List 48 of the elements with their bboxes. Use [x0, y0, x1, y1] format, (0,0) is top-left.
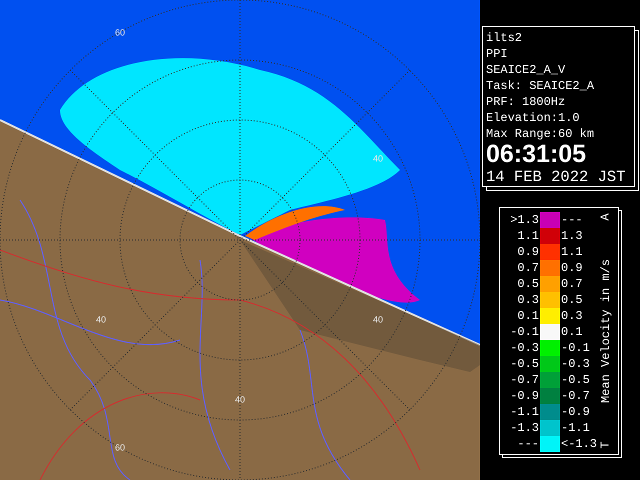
legend-min-label: -1.1: [509, 406, 540, 418]
info-line: SEAICE2_A_V: [486, 62, 566, 78]
legend-min-label: -0.3: [509, 342, 540, 354]
legend-max-label: -0.1: [560, 342, 591, 354]
range-ring-label: 40: [373, 316, 383, 324]
legend-min-label: -0.9: [509, 390, 540, 402]
legend-max-label: 0.9: [560, 262, 584, 274]
legend-max-label: 0.5: [560, 294, 584, 306]
legend-max-label: 0.1: [560, 326, 584, 338]
legend-max-label: -1.1: [560, 422, 591, 434]
range-ring-label: 40: [235, 396, 245, 404]
legend-max-label: -0.3: [560, 358, 591, 370]
legend-min-label: 1.1: [516, 230, 540, 242]
legend-max-label: ---: [560, 214, 584, 226]
legend-max-label: 0.3: [560, 310, 584, 322]
range-ring-label: 60: [115, 28, 125, 38]
info-line: Task: SEAICE2_A: [486, 78, 596, 94]
legend-title: Mean Velocity in m/s: [600, 258, 612, 404]
legend-min-label: 0.5: [516, 278, 540, 290]
range-ring-label: 40: [373, 154, 383, 164]
legend-max-label: -0.7: [560, 390, 591, 402]
legend-min-label: -1.3: [509, 422, 540, 434]
legend-min-label: 0.7: [516, 262, 540, 274]
legend-max-label: -0.9: [560, 406, 591, 418]
range-ring-label: 60: [115, 444, 125, 452]
legend-min-label: -0.7: [509, 374, 540, 386]
info-line: PRF: 1800Hz: [486, 94, 566, 110]
legend-max-label: 0.7: [560, 278, 584, 290]
legend-min-label: -0.1: [509, 326, 540, 338]
info-line: Max Range:60 km: [486, 126, 596, 142]
legend-max-label: 1.3: [560, 230, 584, 242]
legend-bottom-mark: T: [600, 441, 612, 449]
legend-min-label: >1.3: [509, 214, 540, 226]
legend-max-label: -0.5: [560, 374, 591, 386]
range-ring-label: 40: [96, 316, 106, 324]
legend-min-label: 0.9: [516, 246, 540, 258]
legend-max-label: 1.1: [560, 246, 584, 258]
info-line: ilts2: [486, 30, 524, 46]
time-text: 06:31:05: [486, 142, 588, 167]
info-line: PPI: [486, 46, 509, 62]
legend-min-label: ---: [516, 438, 540, 450]
legend-min-label: -0.5: [509, 358, 540, 370]
date-text: 14 FEB 2022 JST: [486, 167, 627, 187]
legend-min-label: 0.1: [516, 310, 540, 322]
legend-top-mark: A: [600, 213, 612, 221]
legend-min-label: 0.3: [516, 294, 540, 306]
legend-max-label: <-1.3: [560, 438, 598, 450]
info-line: Elevation:1.0: [486, 110, 581, 126]
